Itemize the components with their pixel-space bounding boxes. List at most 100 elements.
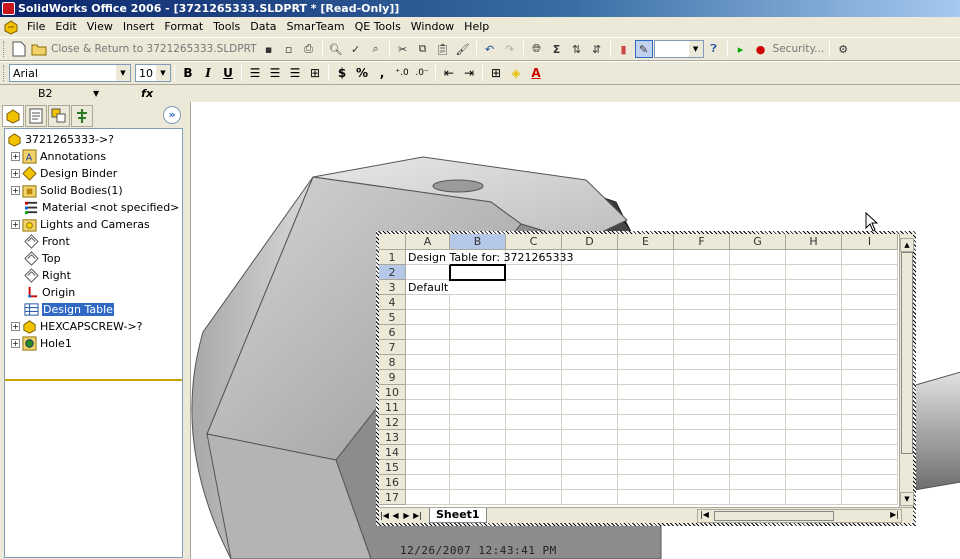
cell-d6[interactable] <box>562 325 618 340</box>
comma-button[interactable]: , <box>372 64 392 82</box>
cell-b17[interactable] <box>450 490 506 505</box>
tree-item-hexcapscrew[interactable]: + HEXCAPSCREW->? <box>11 318 143 335</box>
cell-f3[interactable] <box>674 280 730 295</box>
cell-g7[interactable] <box>730 340 786 355</box>
undo-icon[interactable]: ↶ <box>481 40 499 58</box>
cell-c5[interactable] <box>506 310 562 325</box>
cell-h3[interactable] <box>786 280 842 295</box>
row-header[interactable]: 13 <box>379 430 406 445</box>
cell-b14[interactable] <box>450 445 506 460</box>
solidworks-app-icon[interactable] <box>2 2 15 15</box>
security-button[interactable]: Security... <box>771 43 827 55</box>
tree-item-material[interactable]: Material <not specified> <box>24 199 179 216</box>
chevron-down-icon[interactable]: ▼ <box>116 65 130 81</box>
double-chevron-right-icon[interactable]: » <box>163 106 181 124</box>
cell-b8[interactable] <box>450 355 506 370</box>
row-header[interactable]: 17 <box>379 490 406 505</box>
tree-item-design-table[interactable]: Design Table <box>24 301 114 318</box>
cell-i7[interactable] <box>842 340 898 355</box>
cell-i12[interactable] <box>842 415 898 430</box>
cell-a17[interactable] <box>406 490 450 505</box>
cell-c7[interactable] <box>506 340 562 355</box>
format-painter-icon[interactable]: 🖌︎ <box>454 40 472 58</box>
cell-h4[interactable] <box>786 295 842 310</box>
cell-c12[interactable] <box>506 415 562 430</box>
font-color-icon[interactable]: A <box>526 64 546 82</box>
cell-e7[interactable] <box>618 340 674 355</box>
cell-a2[interactable] <box>406 265 450 280</box>
dimxpert-tab[interactable] <box>71 105 93 127</box>
fx-icon[interactable]: fx <box>141 87 153 100</box>
cell-f5[interactable] <box>674 310 730 325</box>
cell-i5[interactable] <box>842 310 898 325</box>
expand-icon[interactable]: + <box>11 186 20 195</box>
configuration-manager-tab[interactable] <box>48 105 70 127</box>
percent-button[interactable]: % <box>352 64 372 82</box>
font-name-combo[interactable]: Arial ▼ <box>9 64 131 82</box>
cell-g15[interactable] <box>730 460 786 475</box>
cell-b4[interactable] <box>450 295 506 310</box>
chevron-down-icon[interactable]: ▼ <box>688 41 703 57</box>
cell-h10[interactable] <box>786 385 842 400</box>
cell-g2[interactable] <box>730 265 786 280</box>
close-return-button[interactable]: Close & Return to 3721265333.SLDPRT <box>49 43 259 55</box>
print-icon[interactable]: ⎙ <box>300 40 318 58</box>
cell-c14[interactable] <box>506 445 562 460</box>
expand-icon[interactable]: + <box>11 152 20 161</box>
cell-a11[interactable] <box>406 400 450 415</box>
tree-item-right-plane[interactable]: Right <box>24 267 71 284</box>
next-sheet-icon[interactable]: ▶ <box>401 511 412 520</box>
active-cell-b2[interactable] <box>449 264 506 281</box>
cell-e15[interactable] <box>618 460 674 475</box>
cell-c15[interactable] <box>506 460 562 475</box>
cell-c16[interactable] <box>506 475 562 490</box>
menu-smarteam[interactable]: SmarTeam <box>282 17 350 37</box>
cell-i10[interactable] <box>842 385 898 400</box>
cell-d12[interactable] <box>562 415 618 430</box>
bold-button[interactable]: B <box>178 64 198 82</box>
decrease-decimal-icon[interactable]: .0⁻ <box>412 64 432 82</box>
tree-item-design-binder[interactable]: + Design Binder <box>11 165 117 182</box>
cell-i9[interactable] <box>842 370 898 385</box>
menu-qe-tools[interactable]: QE Tools <box>350 17 406 37</box>
cell-c3[interactable] <box>506 280 562 295</box>
property-manager-tab[interactable] <box>25 105 47 127</box>
cell-d4[interactable] <box>562 295 618 310</box>
spelling-icon[interactable]: ✓ <box>347 40 365 58</box>
solidworks-part-icon[interactable] <box>3 19 19 35</box>
cell-e17[interactable] <box>618 490 674 505</box>
scroll-right-icon[interactable]: ▶| <box>890 510 899 519</box>
cell-a4[interactable] <box>406 295 450 310</box>
align-right-icon[interactable]: ☰ <box>285 64 305 82</box>
cell-h9[interactable] <box>786 370 842 385</box>
open-folder-icon[interactable] <box>30 40 48 58</box>
cell-g4[interactable] <box>730 295 786 310</box>
cell-i13[interactable] <box>842 430 898 445</box>
cell-g1[interactable] <box>730 250 786 265</box>
toolbar-grip[interactable] <box>3 41 6 57</box>
tree-item-annotations[interactable]: + A Annotations <box>11 148 106 165</box>
tree-item-hole1[interactable]: + Hole1 <box>11 335 72 352</box>
scroll-thumb[interactable] <box>901 252 913 454</box>
cell-d15[interactable] <box>562 460 618 475</box>
increase-decimal-icon[interactable]: ⁺.0 <box>392 64 412 82</box>
cut-icon[interactable]: ✂ <box>394 40 412 58</box>
vertical-scrollbar[interactable]: ▲ ▼ <box>899 234 914 507</box>
font-size-combo[interactable]: 10 ▼ <box>135 64 171 82</box>
tree-item-solid-bodies[interactable]: + Solid Bodies(1) <box>11 182 123 199</box>
cell-d11[interactable] <box>562 400 618 415</box>
cell-i11[interactable] <box>842 400 898 415</box>
cell-f15[interactable] <box>674 460 730 475</box>
cell-a9[interactable] <box>406 370 450 385</box>
cell-b15[interactable] <box>450 460 506 475</box>
cell-e13[interactable] <box>618 430 674 445</box>
autosum-icon[interactable]: Σ <box>548 40 566 58</box>
record-macro-icon[interactable]: ● <box>752 40 770 58</box>
cell-a8[interactable] <box>406 355 450 370</box>
cell-e14[interactable] <box>618 445 674 460</box>
cell-h7[interactable] <box>786 340 842 355</box>
cell-h11[interactable] <box>786 400 842 415</box>
cell-b12[interactable] <box>450 415 506 430</box>
redo-icon[interactable]: ↷ <box>501 40 519 58</box>
chart-wizard-icon[interactable]: ▮ <box>615 40 633 58</box>
